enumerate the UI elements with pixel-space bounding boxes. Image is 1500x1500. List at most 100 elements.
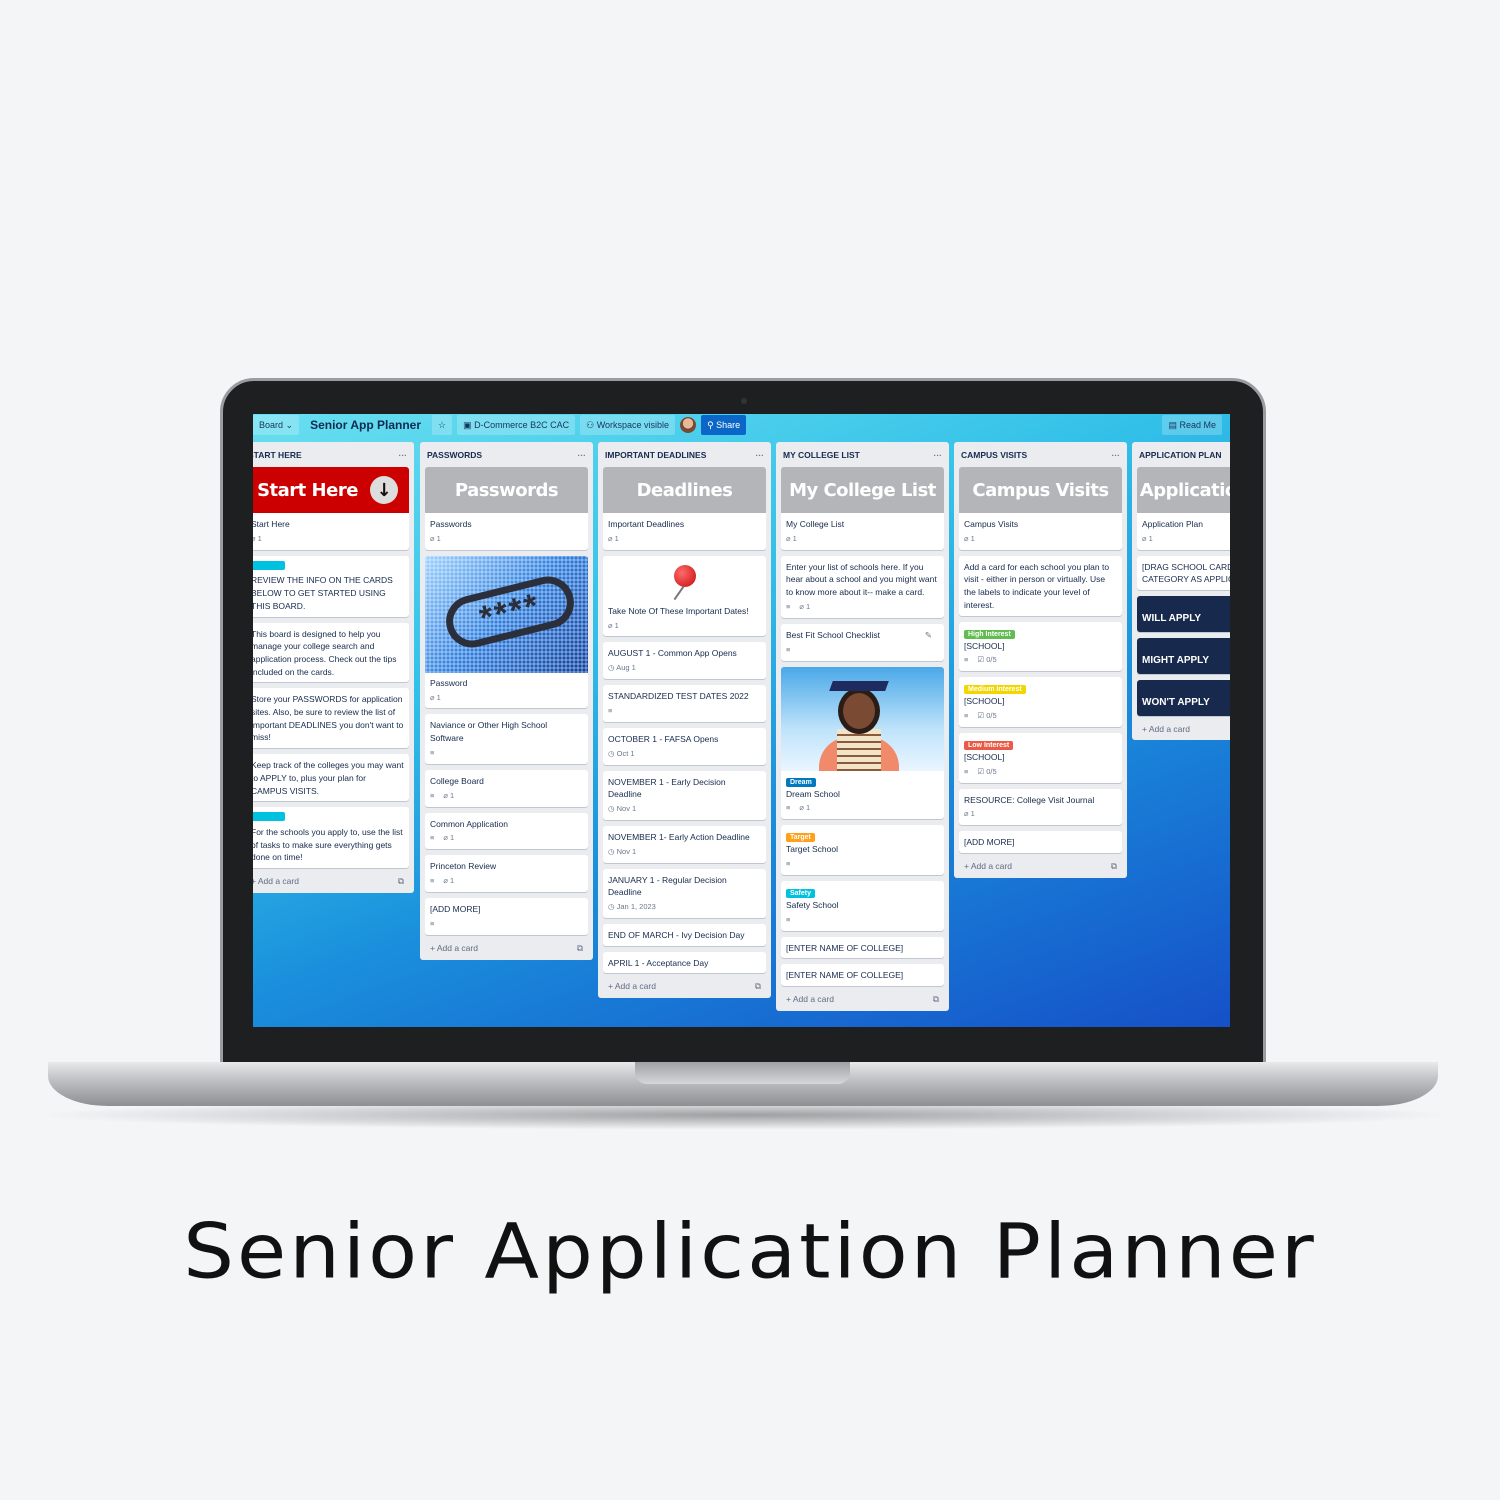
list-menu-icon[interactable]: ··· [399,450,408,460]
card[interactable]: Start Here ⌀ 1 [253,513,409,550]
star-icon[interactable]: ☆ [432,415,453,435]
cover-banner[interactable]: Deadlines [603,467,766,513]
list-header: APPLICATION PLAN··· [1137,442,1230,467]
card-label[interactable] [253,812,285,822]
add-card-button[interactable]: + Add a card [608,981,656,992]
visibility-button[interactable]: ⚇ Workspace visible [580,415,676,435]
board-title[interactable]: Senior App Planner [304,415,427,435]
card[interactable]: WILL APPLY [1137,596,1230,633]
cover-banner[interactable]: Passwords [425,467,588,513]
card-title: Important Deadlines [608,519,685,529]
paperclip-icon: ⌀ [608,533,615,543]
card-label[interactable]: Dream [786,777,816,787]
card[interactable]: Keep track of the colleges you may want … [253,754,409,802]
attachment-badge: ⌀ 1 [430,533,441,546]
card[interactable]: Important Deadlines ⌀ 1 [603,513,766,550]
list-menu-icon[interactable]: ··· [578,450,587,460]
card[interactable]: Dream Dream School ≡ ⌀ 1 [781,666,944,820]
add-card-button[interactable]: + Add a card [253,876,299,887]
card-template-icon[interactable]: ⧉ [755,981,761,992]
card[interactable]: Low Interest [SCHOOL] ≡ ☑ 0/5 [959,732,1122,783]
list-title: APPLICATION PLAN [1139,449,1222,460]
card-title: [DRAG SCHOOL CARDS TO CATEGORY AS APPLIC… [1142,561,1230,585]
description-icon: ≡ [786,803,791,813]
card[interactable]: NOVEMBER 1- Early Action Deadline ◷ Nov 1 [603,825,766,863]
card[interactable]: AUGUST 1 - Common App Opens ◷ Aug 1 [603,642,766,680]
card-label[interactable]: Safety [786,888,816,898]
read-me-button[interactable]: ▤ Read Me [1162,415,1222,435]
card-label[interactable]: High Interest [964,629,1015,639]
card[interactable]: Common Application ≡ ⌀ 1 [425,812,588,850]
card[interactable]: Safety Safety School ≡ [781,880,944,931]
card-template-icon[interactable]: ⧉ [1111,861,1117,872]
due-date-badge: ◷ Nov 1 [608,803,636,816]
clock-icon: ◷ [608,846,617,856]
card[interactable]: Best Fit School Checklist ≡ ✎ [781,623,944,661]
workspace-name: D-Commerce B2C CAC [474,420,570,430]
cover-text: Passwords [454,479,559,501]
card[interactable]: My College List ⌀ 1 [781,513,944,550]
card[interactable]: Target Target School ≡ [781,825,944,875]
card[interactable]: OCTOBER 1 - FAFSA Opens ◷ Oct 1 [603,727,766,765]
card[interactable]: High Interest [SCHOOL] ≡ ☑ 0/5 [959,621,1122,672]
card-template-icon[interactable]: ⧉ [577,943,583,954]
card[interactable]: Naviance or Other High School Software ≡ [425,714,588,764]
card-template-icon[interactable]: ⧉ [933,994,939,1005]
add-card-button[interactable]: + Add a card [964,861,1012,872]
cover-banner[interactable]: My College List [781,467,944,513]
cover-banner[interactable]: Start Here ↓ [253,467,409,513]
card[interactable]: APRIL 1 - Acceptance Day [603,951,766,974]
share-button[interactable]: ⚲ Share [701,415,747,435]
add-card-button[interactable]: + Add a card [1142,724,1190,734]
pencil-icon[interactable]: ✎ [925,629,932,642]
card[interactable]: Store your PASSWORDS for application sit… [253,688,409,749]
board-view-switcher[interactable]: Board ⌄ [253,415,300,435]
card[interactable]: Application Plan ⌀ 1 [1137,513,1230,550]
list-menu-icon[interactable]: ··· [756,450,765,460]
avatar[interactable] [680,417,697,433]
card[interactable]: **** Password ⌀ 1 [425,555,588,709]
card-template-icon[interactable]: ⧉ [398,876,404,887]
card-title: [SCHOOL] [964,640,1005,651]
add-card-button[interactable]: + Add a card [430,943,478,954]
card[interactable]: [ADD MORE] [959,831,1122,854]
card[interactable]: NOVEMBER 1 - Early Decision Deadline ◷ No… [603,770,766,820]
card[interactable]: MIGHT APPLY [1137,638,1230,675]
card[interactable]: REVIEW THE INFO ON THE CARDS BELOW TO GE… [253,555,409,617]
card[interactable]: [ADD MORE] ≡ [425,897,588,935]
card[interactable]: This board is designed to help you manag… [253,622,409,683]
card-title: Best Fit School Checklist [786,629,881,640]
card[interactable]: [DRAG SCHOOL CARDS TO CATEGORY AS APPLIC… [1137,555,1230,591]
card[interactable]: Take Note Of These Important Dates! ⌀ 1 [603,555,766,637]
cover-banner[interactable]: Campus Visits [959,467,1122,513]
add-card-button[interactable]: + Add a card [786,994,834,1005]
card[interactable]: College Board ≡ ⌀ 1 [425,769,588,807]
card[interactable]: JANUARY 1 - Regular Decision Deadline ◷ J… [603,868,766,919]
cover-banner[interactable]: Application Plan [1137,467,1230,513]
card[interactable]: STANDARDIZED TEST DATES 2022 ≡ [603,685,766,722]
card[interactable]: Princeton Review ≡ ⌀ 1 [425,855,588,892]
checklist-count: 0/5 [986,655,997,665]
card-badges: ≡ ⌀ 1 [786,601,939,614]
card-label[interactable]: Target [786,833,815,843]
card[interactable]: WON'T APPLY [1137,680,1230,717]
list-menu-icon[interactable]: ··· [1112,450,1121,460]
card[interactable]: Campus Visits ⌀ 1 [959,513,1122,550]
card[interactable]: RESOURCE: College Visit Journal ⌀ 1 [959,788,1122,826]
chevron-down-icon: ⌄ [285,419,294,430]
card[interactable]: For the schools you apply to, use the li… [253,807,409,869]
card-label[interactable] [253,560,285,570]
card[interactable]: [ENTER NAME OF COLLEGE] [781,936,944,959]
card[interactable]: Enter your list of schools here. If you … [781,555,944,618]
card[interactable]: [ENTER NAME OF COLLEGE] [781,964,944,987]
card[interactable]: END OF MARCH - Ivy Decision Day [603,924,766,946]
card-title: [ENTER NAME OF COLLEGE] [786,970,904,981]
attachment-badge: ⌀ 1 [964,533,975,546]
list-menu-icon[interactable]: ··· [934,450,943,460]
card-label[interactable]: Medium Interest [964,685,1026,695]
card-label[interactable]: Low Interest [964,740,1014,750]
workspace-button[interactable]: ▣ D-Commerce B2C CAC [457,415,576,435]
card[interactable]: Medium Interest [SCHOOL] ≡ ☑ 0/5 [959,677,1122,727]
card[interactable]: Passwords ⌀ 1 [425,513,588,550]
card[interactable]: Add a card for each school you plan to v… [959,555,1122,616]
